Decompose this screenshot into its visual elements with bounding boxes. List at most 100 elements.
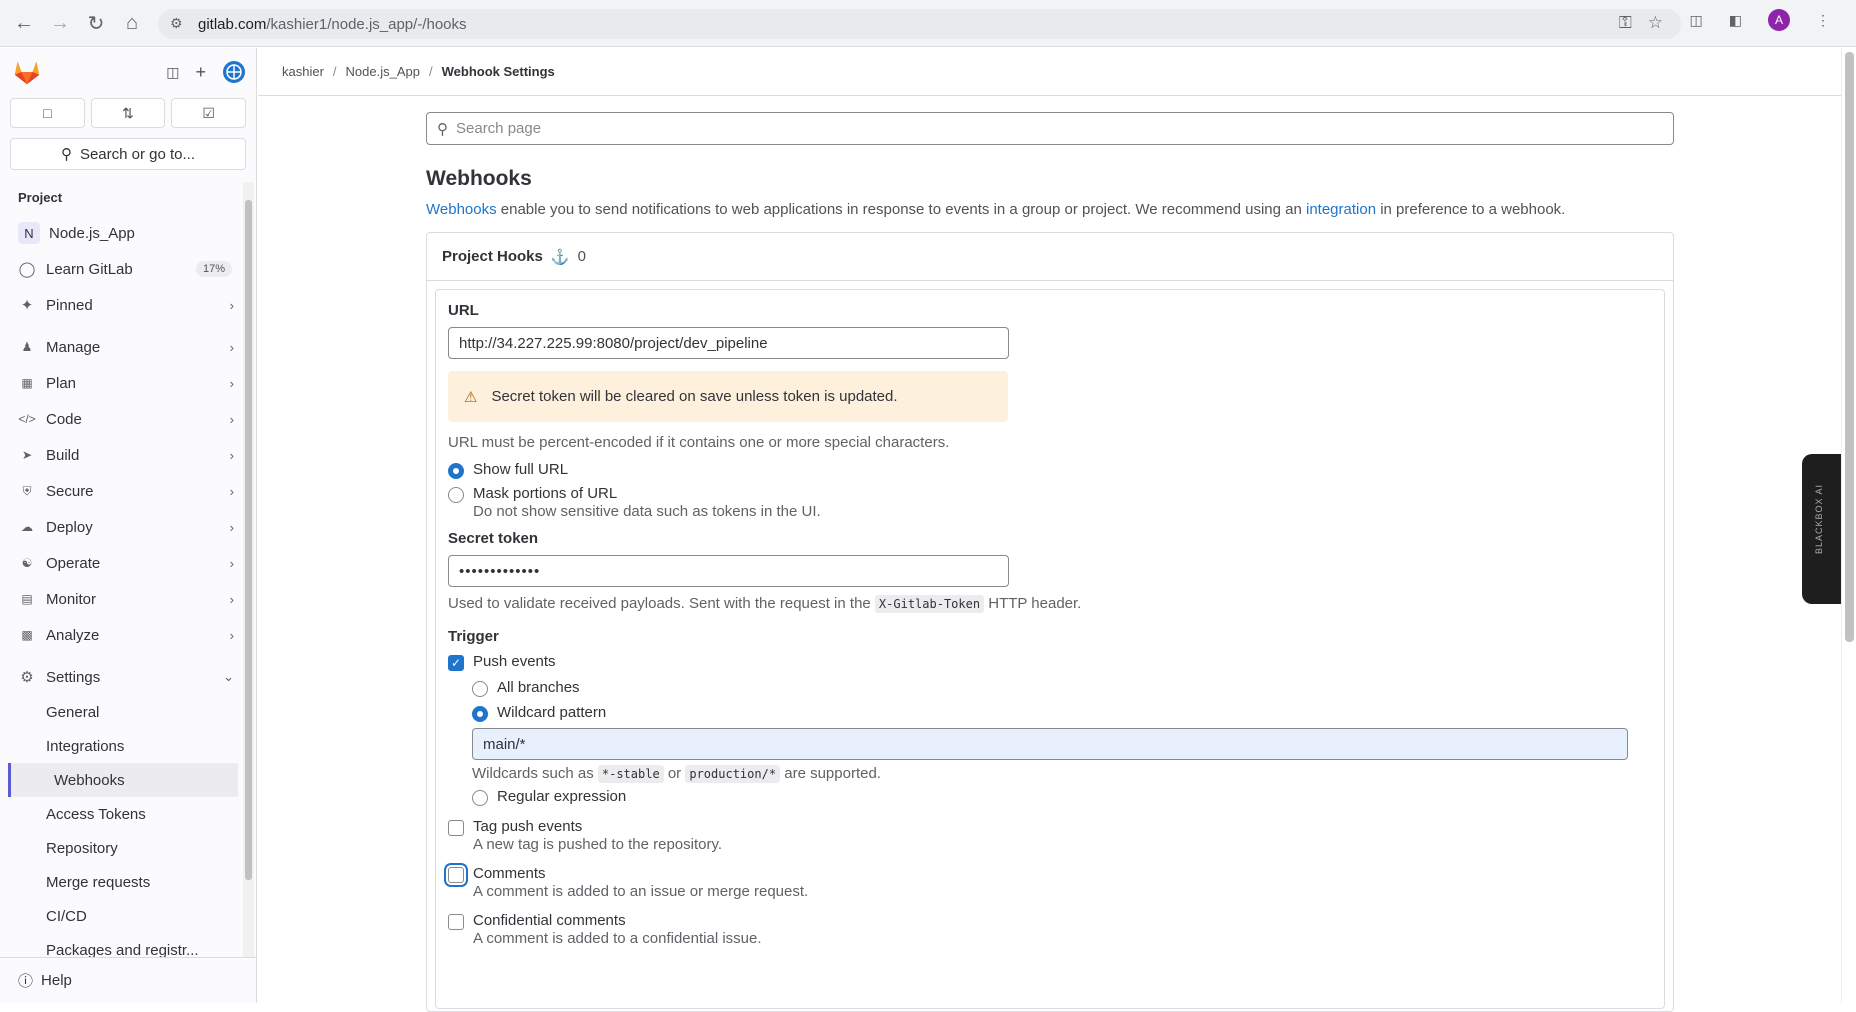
confidential-comments-help: A comment is added to a confidential iss…	[473, 930, 762, 947]
breadcrumb-item[interactable]: kashier	[282, 64, 324, 79]
settings-subitem-webhooks[interactable]: Webhooks	[8, 763, 238, 797]
address-bar[interactable]: ⚙ gitlab.com/kashier1/node.js_app/-/hook…	[158, 9, 1681, 39]
all-branches-radio[interactable]: All branches	[472, 679, 1652, 697]
url-help: URL must be percent-encoded if it contai…	[448, 434, 950, 451]
menu-icon[interactable]: ⋮	[1816, 12, 1830, 29]
comments-checkbox[interactable]: Comments	[448, 865, 1652, 883]
breadcrumb-current[interactable]: Webhook Settings	[442, 64, 555, 79]
webhooks-link[interactable]: Webhooks	[426, 201, 497, 218]
sidebar-item-secure[interactable]: ⛨ Secure ›	[0, 473, 256, 509]
radio-unselected[interactable]	[448, 487, 464, 503]
search-page-input[interactable]: ⚲ Search page	[426, 112, 1674, 145]
breadcrumb-item[interactable]: Node.js_App	[346, 64, 420, 79]
settings-subitem-integrations[interactable]: Integrations	[0, 729, 256, 763]
blackbox-ai-tab[interactable]: BLACKBOX AI	[1802, 454, 1844, 604]
chart-icon: ▩	[21, 628, 33, 642]
card-header: Project Hooks ⚓ 0	[427, 233, 1673, 281]
sidebar-item-manage[interactable]: ♟ Manage ›	[0, 329, 256, 365]
chevron-right-icon: ›	[229, 297, 234, 313]
chevron-right-icon: ›	[229, 483, 234, 499]
issues-tab-icon[interactable]: □	[10, 98, 85, 128]
checkbox-checked[interactable]: ✓	[448, 655, 464, 671]
tag-push-help: A new tag is pushed to the repository.	[473, 836, 723, 853]
integration-link[interactable]: integration	[1306, 201, 1376, 218]
warning-alert: ⚠ Secret token will be cleared on save u…	[448, 371, 1008, 422]
chevron-right-icon: ›	[229, 627, 234, 643]
radio-selected[interactable]	[448, 463, 464, 479]
extensions-icon[interactable]: ◫	[1690, 12, 1703, 29]
settings-subitem-merge-requests[interactable]: Merge requests	[0, 865, 256, 899]
hook-icon: ⚓	[550, 248, 570, 266]
url-input[interactable]: http://34.227.225.99:8080/project/dev_pi…	[448, 327, 1009, 359]
chevron-down-icon: ⌄	[223, 669, 234, 684]
profile-avatar[interactable]: A	[1768, 9, 1790, 31]
sidebar-item-operate[interactable]: ☯ Operate ›	[0, 545, 256, 581]
regex-radio[interactable]: Regular expression	[472, 788, 1652, 806]
users-icon: ♟	[21, 340, 33, 354]
sidebar-item-plan[interactable]: ▦ Plan ›	[0, 365, 256, 401]
secret-token-input[interactable]: •••••••••••••	[448, 555, 1009, 587]
collapse-sidebar-icon[interactable]: ◫	[166, 64, 179, 81]
wildcard-pattern-input[interactable]: main/*	[472, 728, 1628, 760]
sidebar-scrollbar[interactable]	[243, 182, 254, 968]
mask-url-radio[interactable]: Mask portions of URL	[448, 485, 1652, 503]
breadcrumb: kashier / Node.js_App / Webhook Settings	[258, 48, 1841, 96]
section-title: Project	[18, 190, 63, 205]
radio-unselected[interactable]	[472, 681, 488, 697]
page-scrollbar[interactable]	[1841, 48, 1856, 1003]
shield-icon: ⛨	[22, 483, 32, 498]
settings-subitem-ci-cd[interactable]: CI/CD	[0, 899, 256, 933]
sidebar-item-settings[interactable]: ⚙ Settings ⌄	[0, 659, 256, 695]
tag-push-checkbox[interactable]: Tag push events	[448, 818, 1652, 836]
merge-requests-tab-icon[interactable]: ⇅	[90, 98, 166, 128]
checkbox-unchecked[interactable]	[448, 914, 464, 930]
chevron-right-icon: ›	[229, 339, 234, 355]
checkbox-unchecked[interactable]	[448, 820, 464, 836]
sidebar-item-build[interactable]: ➤ Build ›	[0, 437, 256, 473]
back-icon[interactable]: ←	[6, 5, 42, 41]
chevron-right-icon: ›	[229, 411, 234, 427]
user-avatar-icon[interactable]	[222, 60, 246, 84]
create-new-icon[interactable]: +	[195, 62, 206, 83]
reload-icon[interactable]: ↻	[78, 5, 114, 41]
forward-icon[interactable]: →	[42, 5, 78, 41]
push-events-checkbox[interactable]: ✓ Push events	[448, 653, 1652, 671]
settings-subitem-access-tokens[interactable]: Access Tokens	[0, 797, 256, 831]
help-button[interactable]: ⓘ Help	[0, 957, 256, 1003]
browser-toolbar: ← → ↻ ⌂ ⚙ gitlab.com/kashier1/node.js_ap…	[0, 0, 1856, 47]
home-icon[interactable]: ⌂	[114, 5, 150, 41]
monitor-icon: ▤	[21, 592, 33, 606]
trigger-label: Trigger	[448, 628, 499, 645]
url-label: URL	[448, 302, 479, 319]
key-icon[interactable]: ⚿	[1619, 13, 1632, 33]
chevron-right-icon: ›	[229, 555, 234, 571]
sidebar-item-pinned[interactable]: ✦ Pinned ›	[0, 287, 256, 323]
side-panel-icon[interactable]: ◧	[1729, 12, 1742, 29]
sidebar-item-monitor[interactable]: ▤ Monitor ›	[0, 581, 256, 617]
radio-selected[interactable]	[472, 706, 488, 722]
checkbox-unchecked[interactable]	[448, 867, 464, 883]
todo-tab-icon[interactable]: ☑	[171, 98, 247, 128]
sidebar-item-deploy[interactable]: ☁ Deploy ›	[0, 509, 256, 545]
show-full-url-radio[interactable]: Show full URL	[448, 461, 1652, 479]
secret-token-label: Secret token	[448, 530, 539, 547]
secret-token-help: Used to validate received payloads. Sent…	[448, 595, 1082, 613]
search-icon: ⚲	[437, 120, 448, 138]
operate-icon: ☯	[21, 556, 33, 570]
confidential-comments-checkbox[interactable]: Confidential comments	[448, 912, 1652, 930]
hooks-count: 0	[577, 248, 586, 265]
settings-subitem-repository[interactable]: Repository	[0, 831, 256, 865]
site-info-icon[interactable]: ⚙	[170, 15, 188, 33]
settings-icon: ⚙	[20, 669, 34, 686]
sidebar-item-learn-gitlab[interactable]: ◯ Learn GitLab 17%	[0, 251, 256, 287]
pin-icon: ✦	[20, 297, 34, 314]
sidebar-item-code[interactable]: </> Code ›	[0, 401, 256, 437]
radio-unselected[interactable]	[472, 790, 488, 806]
sidebar-item-project[interactable]: N Node.js_App	[0, 215, 256, 251]
star-icon[interactable]: ☆	[1648, 13, 1663, 33]
search-or-go-button[interactable]: ⚲ Search or go to...	[10, 138, 246, 170]
settings-subitem-general[interactable]: General	[0, 695, 256, 729]
sidebar-item-analyze[interactable]: ▩ Analyze ›	[0, 617, 256, 653]
gitlab-logo-icon[interactable]	[12, 57, 42, 87]
wildcard-pattern-radio[interactable]: Wildcard pattern	[472, 704, 1652, 722]
